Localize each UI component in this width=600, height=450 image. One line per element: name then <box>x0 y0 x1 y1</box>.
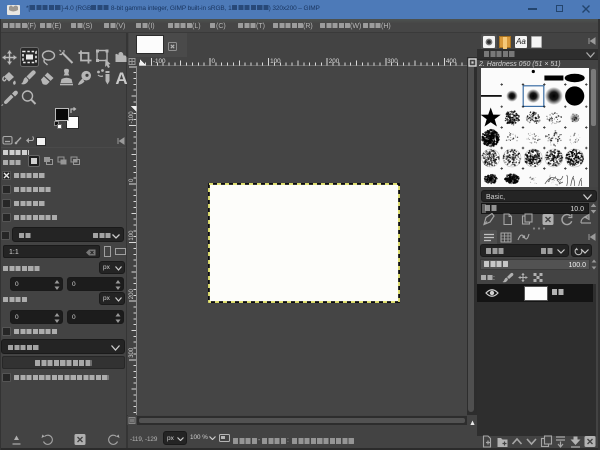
svg-text:100: 100 <box>270 58 281 65</box>
svg-text:100: 100 <box>129 230 135 241</box>
svg-text:0: 0 <box>212 58 216 65</box>
svg-text:A: A <box>115 69 127 88</box>
svg-text:300: 300 <box>387 58 398 65</box>
svg-text:300: 300 <box>129 347 135 358</box>
svg-text:-100: -100 <box>153 58 166 65</box>
svg-text:200: 200 <box>329 58 340 65</box>
svg-text:200: 200 <box>129 289 135 300</box>
svg-text:400: 400 <box>446 58 457 65</box>
svg-text:-100: -100 <box>129 111 135 124</box>
